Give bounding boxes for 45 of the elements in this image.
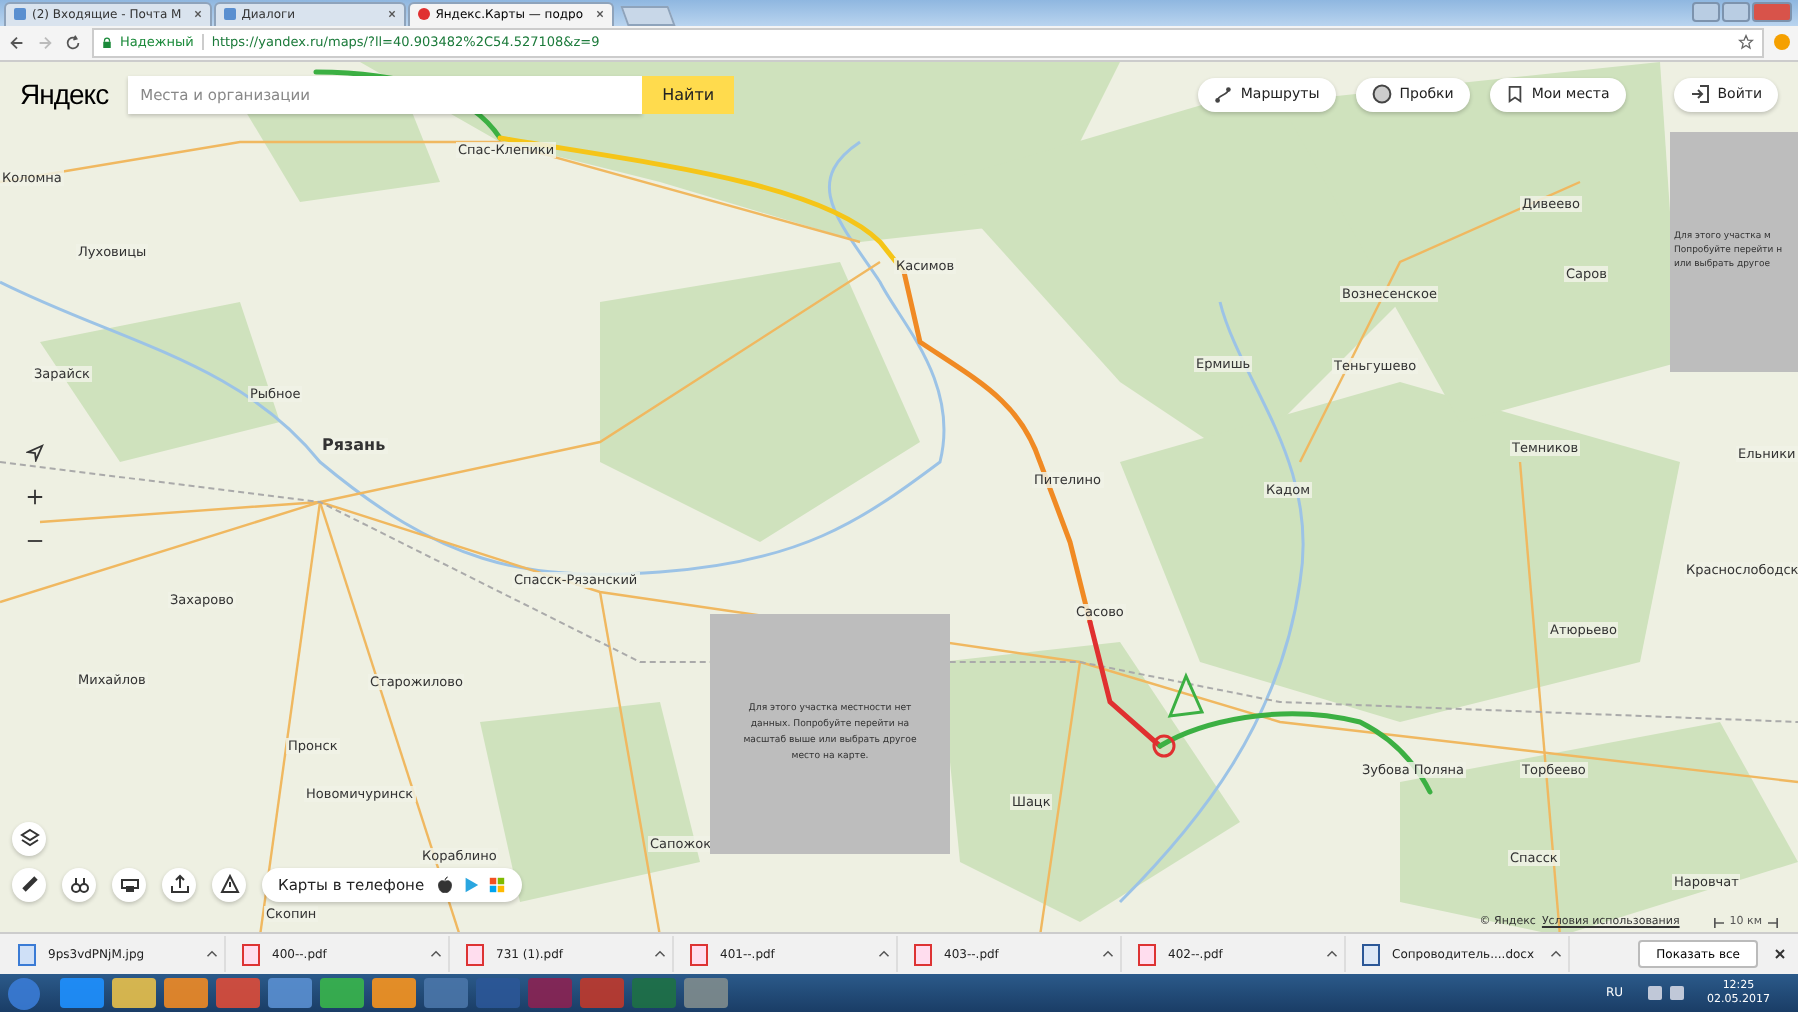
back-icon[interactable] [8,33,26,52]
logo-text: Яндекс [20,78,109,111]
lock-icon [102,35,112,50]
traffic-icon [1371,84,1392,105]
caret-icon[interactable] [1102,950,1114,959]
apple-icon[interactable] [436,875,455,894]
caret-icon[interactable] [206,950,218,959]
caret-icon[interactable] [878,950,890,959]
zoom-in-icon[interactable] [25,488,43,507]
caret-icon[interactable] [1550,950,1562,959]
caret-icon[interactable] [1326,950,1338,959]
login-icon [1689,84,1710,105]
caret-icon[interactable] [430,950,442,959]
scale-bar-icon [1768,917,1778,928]
close-icon[interactable] [1774,948,1786,961]
close-icon[interactable] [193,10,202,19]
pdf-file-icon [242,943,260,966]
close-icon[interactable] [387,10,396,19]
page-icon [14,8,26,21]
ruler-icon[interactable] [12,867,46,902]
layers-icon[interactable] [12,821,46,856]
printer-icon[interactable] [112,867,146,902]
bookmark-icon [1505,84,1524,105]
pdf-file-icon [466,943,484,966]
document-icon [1362,943,1380,966]
star-icon[interactable] [1738,34,1754,51]
caret-icon[interactable] [654,950,666,959]
play-icon[interactable] [462,875,481,894]
reload-icon[interactable] [64,33,82,52]
image-file-icon [18,943,36,966]
pdf-file-icon [690,943,708,966]
search-button[interactable]: Найти [642,75,735,114]
pdf-file-icon [914,943,932,966]
close-icon[interactable] [595,10,603,19]
scale-bar-icon [1713,917,1724,928]
windows-icon[interactable] [488,875,507,894]
pdf-file-icon [1138,943,1156,966]
warning-icon[interactable] [212,867,246,902]
pin-icon [417,8,430,21]
share-icon[interactable] [162,867,196,902]
route-icon [1214,85,1233,104]
location-icon[interactable] [25,444,43,463]
place-label: Рязань [320,437,388,454]
page-icon [223,8,236,21]
binoculars-icon[interactable] [62,867,96,902]
